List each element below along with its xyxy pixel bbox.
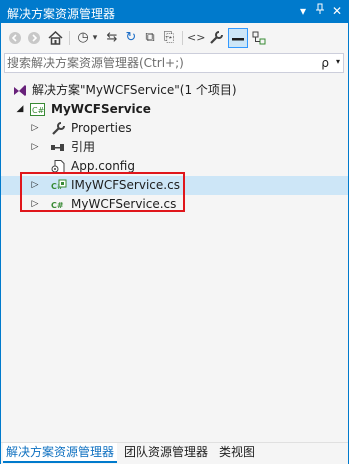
csharp-project-icon: C#	[30, 103, 45, 116]
bottom-tab-bar: 解决方案资源管理器 团队资源管理器 类视图	[1, 442, 348, 464]
tree-label: Properties	[71, 121, 132, 135]
forward-icon[interactable]	[26, 28, 42, 48]
expanded-arrow-icon[interactable]: ◢	[15, 100, 25, 119]
search-box: ρ ▾	[4, 53, 344, 73]
collapsed-arrow-icon[interactable]: ▷	[30, 138, 40, 157]
pending-changes-history-icon[interactable]: ◷	[75, 28, 91, 48]
back-icon[interactable]	[7, 28, 23, 48]
preview-selected-items-icon[interactable]	[228, 28, 248, 48]
highlight-annotation-box	[20, 172, 185, 212]
tree-item-properties[interactable]: ▷ Properties	[1, 119, 341, 138]
toolbar-separator	[182, 31, 183, 45]
tree-label: MyWCFService	[51, 102, 151, 116]
wrench-icon	[51, 122, 65, 135]
tree-item-references[interactable]: ▷ 引用	[1, 138, 341, 157]
refresh-icon[interactable]: ↻	[123, 28, 139, 48]
tab-team-explorer[interactable]: 团队资源管理器	[121, 443, 211, 463]
solution-explorer-window: 解决方案资源管理器 ▾ ✕ ◷ ▾ ⇆ ↻ ⧉ ⎘ <> 搜索解决方案资源管理器…	[0, 0, 349, 464]
show-all-files-icon[interactable]: ⎘	[161, 28, 177, 48]
search-icon[interactable]: ρ	[321, 56, 329, 70]
history-dropdown-icon[interactable]: ▾	[91, 28, 99, 48]
toolbar-separator	[69, 31, 70, 45]
references-icon	[51, 141, 65, 154]
home-icon[interactable]	[46, 28, 64, 48]
tree-item-project[interactable]: ◢ C# MyWCFService	[1, 100, 341, 119]
pin-icon[interactable]	[312, 3, 328, 20]
search-input[interactable]	[7, 55, 307, 71]
tree-label: 解决方案"MyWCFService"(1 个项目)	[32, 83, 237, 97]
class-diagram-icon[interactable]	[251, 28, 267, 48]
collapse-all-icon[interactable]: ⧉	[142, 28, 158, 48]
close-icon[interactable]: ✕	[329, 3, 345, 20]
view-code-icon[interactable]: <>	[187, 28, 205, 48]
toolbar: ◷ ▾ ⇆ ↻ ⧉ ⎘ <>	[1, 24, 348, 52]
collapsed-arrow-icon[interactable]: ▷	[30, 119, 40, 138]
window-title: 解决方案资源管理器	[7, 7, 116, 21]
tree-item-solution[interactable]: 解决方案"MyWCFService"(1 个项目)	[1, 81, 341, 100]
window-menu-dropdown-icon[interactable]: ▾	[295, 3, 311, 20]
svg-text:C#: C#	[32, 106, 45, 115]
tab-solution-explorer[interactable]: 解决方案资源管理器	[3, 443, 118, 463]
sync-with-active-document-icon[interactable]: ⇆	[104, 28, 120, 48]
title-bar: 解决方案资源管理器 ▾ ✕	[1, 1, 348, 23]
solution-icon	[13, 84, 27, 97]
tree-label: 引用	[71, 140, 96, 154]
properties-wrench-icon[interactable]	[208, 28, 224, 48]
search-options-dropdown-icon[interactable]: ▾	[336, 57, 340, 66]
tab-class-view[interactable]: 类视图	[216, 443, 258, 463]
